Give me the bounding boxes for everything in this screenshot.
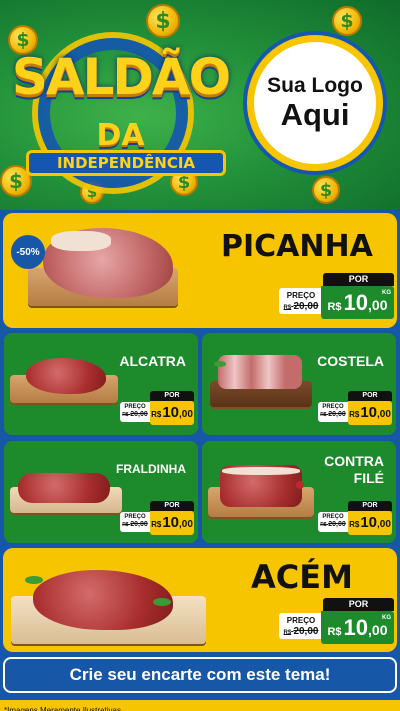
campaign-title: SALDÃO DA INDEPENDÊNCIA: [8, 30, 233, 188]
meat-image-alcatra: [26, 358, 106, 394]
garnish-leaf: [25, 576, 43, 584]
new-price: R$ 10 ,00: [348, 401, 392, 425]
garnish-leaf: [214, 361, 226, 367]
garnish-leaf: [296, 481, 304, 489]
product-grid: -50% PICANHA POR PREÇO R$ 20,00 R$ 10 ,0…: [0, 210, 400, 711]
por-label: POR: [150, 501, 194, 511]
product-card-costela[interactable]: COSTELA POR PREÇO R$ 20,00 R$ 10 ,00: [202, 333, 396, 435]
por-label: POR: [348, 391, 392, 401]
title-independencia: INDEPENDÊNCIA: [26, 150, 226, 176]
preco-box: PREÇO R$ 20,00: [318, 402, 348, 422]
product-name-fraldinha: FRALDINHA: [116, 462, 186, 476]
product-name-costela: COSTELA: [317, 353, 384, 369]
product-card-alcatra[interactable]: ALCATRA POR PREÇO R$ 20,00 R$ 10 ,00: [4, 333, 198, 435]
fat-layer: [222, 467, 300, 475]
fat-layer: [51, 231, 111, 251]
old-price: R$ 20,00: [283, 301, 319, 312]
preco-box: PREÇO R$ 20,00: [120, 512, 150, 532]
preco-box: PREÇO R$ 20,00: [279, 613, 323, 639]
preco-box: PREÇO R$ 20,00: [318, 512, 348, 532]
header-banner: $ $ $ $ $ $ $ SALDÃO DA INDEPENDÊNCIA Su…: [0, 0, 400, 210]
coin-icon: $: [312, 176, 340, 204]
meat-image-costela: [218, 355, 302, 389]
new-price: R$ 10 ,00: [150, 511, 194, 535]
product-card-picanha[interactable]: -50% PICANHA POR PREÇO R$ 20,00 R$ 10 ,0…: [3, 213, 397, 328]
product-name-acem: ACÉM: [251, 558, 353, 596]
logo-line-1: Sua Logo: [267, 74, 363, 97]
product-card-fraldinha[interactable]: FRALDINHA POR PREÇO R$ 20,00 R$ 10 ,00: [4, 441, 198, 543]
price-tag-costela: POR PREÇO R$ 20,00 R$ 10 ,00: [318, 391, 392, 427]
cta-banner[interactable]: Crie seu encarte com este tema!: [3, 657, 397, 693]
product-card-contra-file[interactable]: CONTRA FILÉ POR PREÇO R$ 20,00 R$ 10 ,00: [202, 441, 396, 543]
price-tag-fraldinha: POR PREÇO R$ 20,00 R$ 10 ,00: [120, 501, 194, 537]
new-price: R$ 10 ,00: [348, 511, 392, 535]
garnish-leaf: [153, 598, 171, 606]
price-tag-alcatra: POR PREÇO R$ 20,00 R$ 10 ,00: [120, 391, 194, 427]
por-label: POR: [323, 273, 394, 286]
price-tag-acem: POR PREÇO R$ 20,00 R$ 10 ,00 KG: [279, 598, 394, 646]
unit-label: KG: [382, 615, 391, 621]
logo-placeholder[interactable]: Sua Logo Aqui: [247, 35, 383, 171]
preco-box: PREÇO R$ 20,00: [120, 402, 150, 422]
discount-badge: -50%: [11, 235, 45, 269]
footnote: *Imagens Meramente Ilustrativas: [0, 700, 400, 711]
preco-box: PREÇO R$ 20,00: [279, 288, 323, 314]
coin-icon: $: [332, 6, 362, 36]
title-main: SALDÃO: [11, 48, 231, 106]
meat-image-fraldinha: [18, 473, 110, 503]
por-label: POR: [348, 501, 392, 511]
price-tag-picanha: POR PREÇO R$ 20,00 R$ 10 ,00 KG: [279, 273, 394, 321]
meat-image-acem: [33, 570, 173, 630]
por-label: POR: [150, 391, 194, 401]
product-card-acem[interactable]: ACÉM POR PREÇO R$ 20,00 R$ 10 ,00 KG: [3, 548, 397, 652]
preco-label: PREÇO: [286, 291, 316, 300]
product-name-alcatra: ALCATRA: [119, 353, 186, 369]
title-da: DA: [96, 118, 145, 153]
logo-line-2: Aqui: [280, 97, 350, 132]
unit-label: KG: [382, 290, 391, 296]
new-price: R$ 10 ,00: [150, 401, 194, 425]
por-label: POR: [323, 598, 394, 611]
product-name-contra-file: CONTRA FILÉ: [324, 453, 384, 486]
product-name-picanha: PICANHA: [221, 229, 373, 264]
price-tag-contra-file: POR PREÇO R$ 20,00 R$ 10 ,00: [318, 501, 392, 537]
